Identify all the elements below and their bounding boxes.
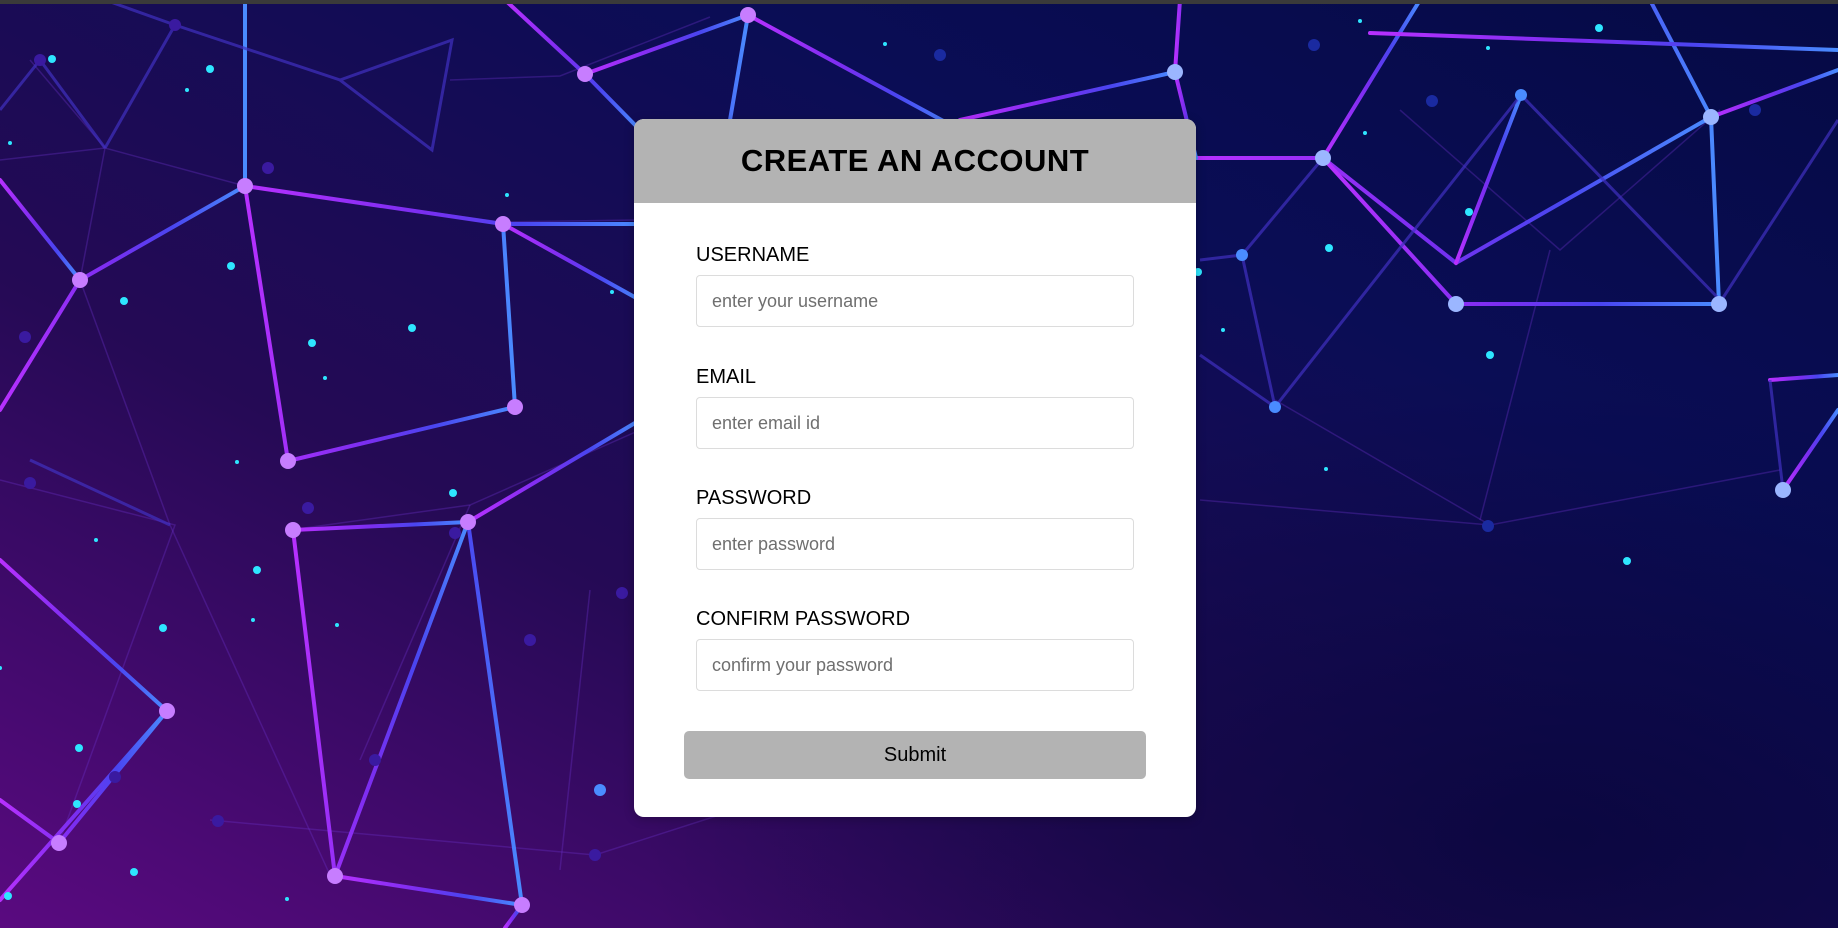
top-strip (0, 0, 1838, 4)
email-input[interactable] (696, 397, 1134, 449)
email-field-group: EMAIL (696, 366, 1134, 449)
confirm-password-field-group: CONFIRM PASSWORD (696, 608, 1134, 691)
email-label: EMAIL (696, 366, 757, 388)
username-input[interactable] (696, 275, 1134, 327)
username-field-group: USERNAME (696, 244, 1134, 327)
form-body: USERNAME EMAIL PASSWORD CONFIRM PASSWORD (634, 244, 1196, 691)
submit-button[interactable]: Submit (684, 731, 1146, 779)
confirm-password-label: CONFIRM PASSWORD (696, 608, 911, 630)
password-field-group: PASSWORD (696, 487, 1134, 570)
confirm-password-input[interactable] (696, 639, 1134, 691)
card-header: CREATE AN ACCOUNT (634, 119, 1196, 203)
password-input[interactable] (696, 518, 1134, 570)
username-label: USERNAME (696, 244, 810, 266)
password-label: PASSWORD (696, 487, 812, 509)
signup-card: CREATE AN ACCOUNT USERNAME EMAIL PASSWOR… (634, 119, 1196, 817)
form-title: CREATE AN ACCOUNT (740, 143, 1090, 178)
